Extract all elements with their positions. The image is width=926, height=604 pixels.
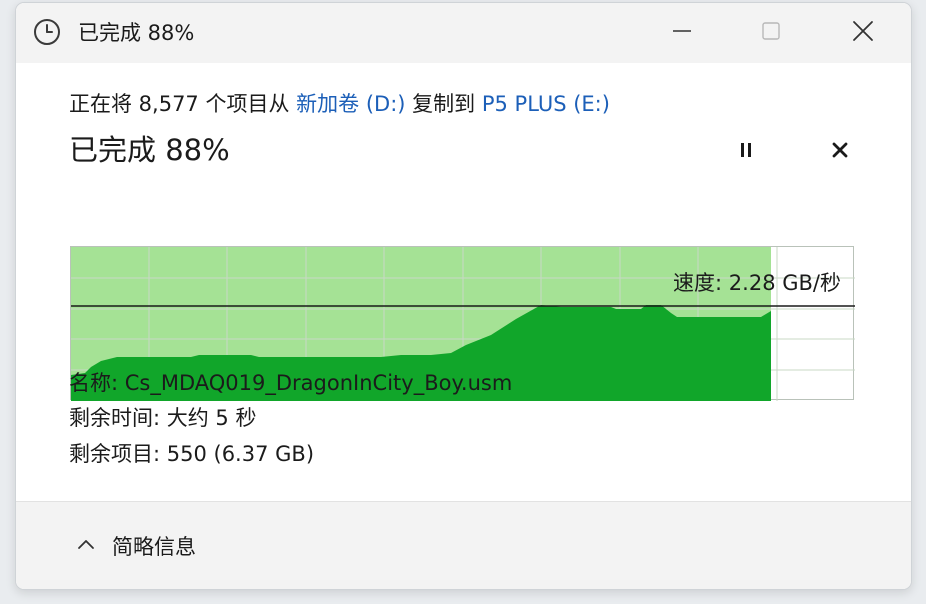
minimize-icon	[671, 20, 693, 46]
close-button[interactable]	[841, 13, 885, 53]
cancel-button[interactable]	[822, 137, 858, 167]
source-link[interactable]: 新加卷 (D:)	[296, 92, 405, 116]
chevron-up-icon	[76, 535, 96, 559]
items-remaining: 剩余项目: 550 (6.37 GB)	[69, 442, 315, 466]
time-remaining: 剩余时间: 大约 5 秒	[69, 406, 257, 430]
copy-description: 正在将 8,577 个项目从 新加卷 (D:) 复制到 P5 PLUS (E:)	[69, 90, 610, 118]
clock-icon	[32, 17, 62, 47]
pause-icon	[736, 140, 756, 164]
minimize-button[interactable]	[660, 13, 704, 53]
current-file-name: 名称: Cs_MDAQ019_DragonInCity_Boy.usm	[69, 371, 513, 395]
progress-percent: 已完成 88%	[69, 133, 230, 167]
destination-link[interactable]: P5 PLUS (E:)	[482, 92, 610, 116]
copy-prefix: 正在将 8,577 个项目从	[69, 92, 297, 116]
speed-label: 速度: 2.28 GB/秒	[673, 271, 841, 295]
less-details-button[interactable]: 简略信息	[76, 532, 196, 562]
less-details-label: 简略信息	[112, 535, 196, 559]
copy-middle: 复制到	[405, 92, 482, 116]
close-icon	[851, 19, 875, 47]
copy-progress-dialog: 已完成 88% 正在将 8,577 个项目从 新加卷 (D:) 复制到 P5 P…	[15, 2, 912, 590]
maximize-button[interactable]	[749, 13, 793, 53]
cancel-icon	[830, 140, 850, 164]
dialog-body: 正在将 8,577 个项目从 新加卷 (D:) 复制到 P5 PLUS (E:)…	[16, 63, 911, 501]
dialog-footer: 简略信息	[16, 501, 911, 589]
window-title: 已完成 88%	[78, 21, 195, 45]
pause-button[interactable]	[728, 137, 764, 167]
title-bar[interactable]: 已完成 88%	[16, 3, 911, 63]
maximize-icon	[760, 20, 782, 46]
